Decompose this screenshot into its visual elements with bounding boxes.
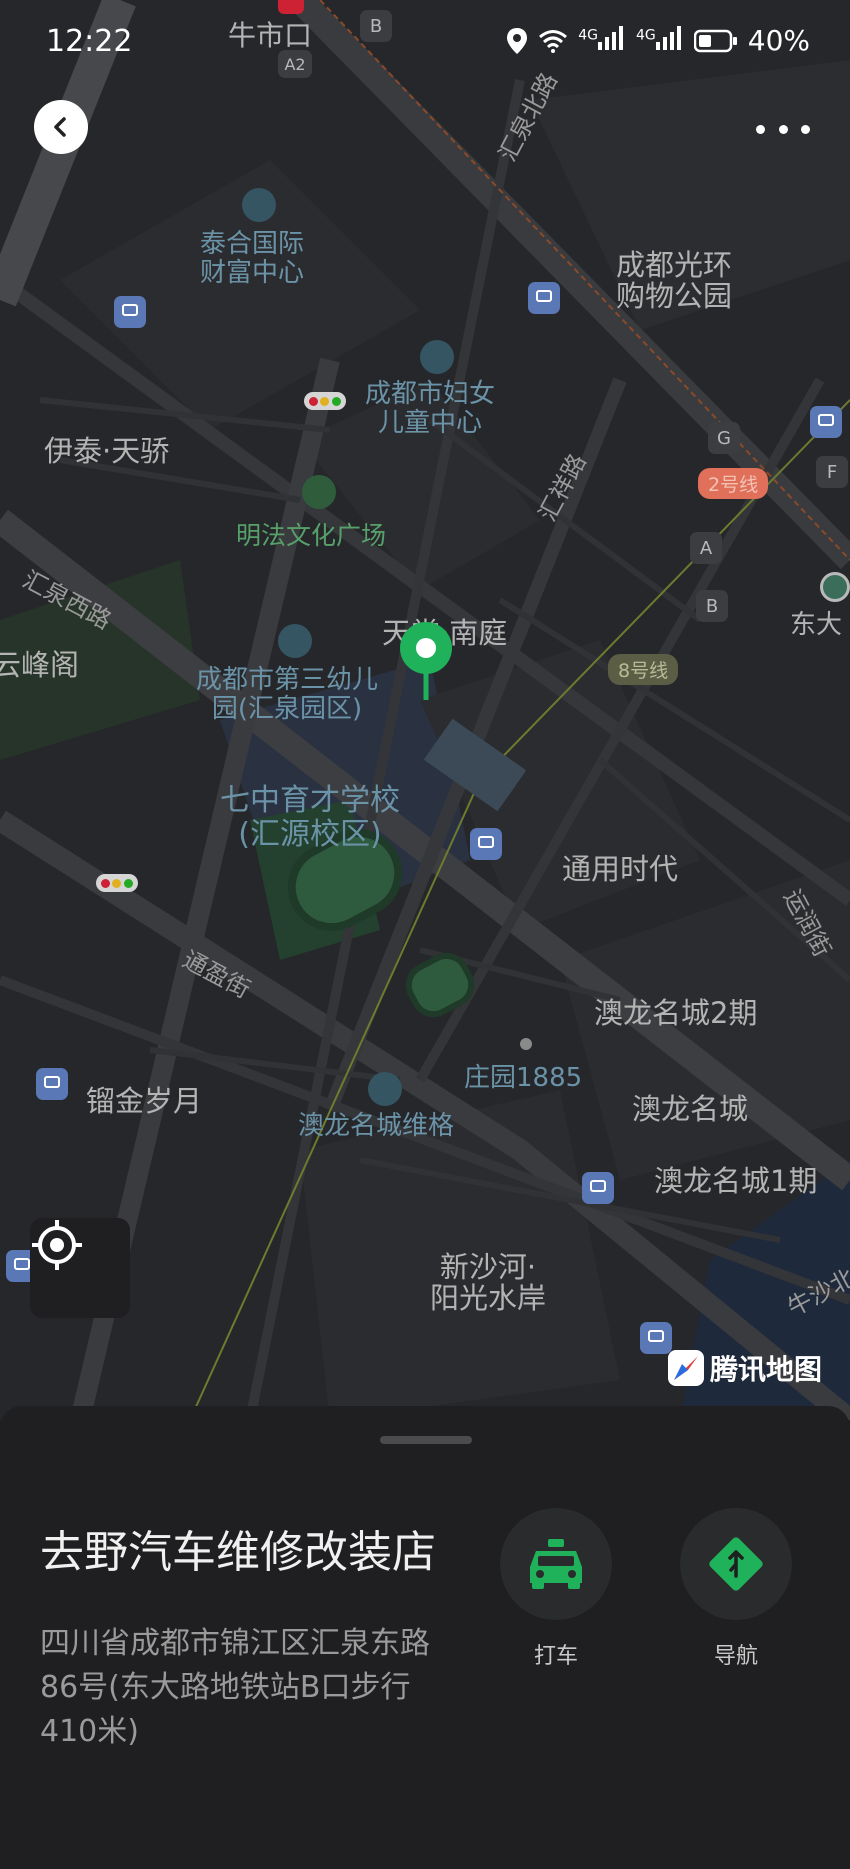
network-type-2: 4G (636, 27, 656, 44)
signal-icon (655, 26, 681, 50)
building-icon (420, 340, 454, 374)
map-label-liujin: 镏金岁月 (86, 1084, 203, 1118)
map-label-tongyong: 通用时代 (562, 852, 679, 886)
exit-f-badge: F (816, 456, 848, 488)
bus-stop-icon (114, 296, 146, 328)
metro-station-icon (820, 572, 850, 602)
back-button[interactable] (34, 100, 88, 154)
exit-g-badge: G (708, 422, 740, 454)
poi-dot-icon (520, 1038, 532, 1050)
traffic-light-icon (96, 874, 138, 892)
navigate-button[interactable]: 导航 (680, 1508, 792, 1670)
map-label-kindergarten: 成都市第三幼儿 园(汇泉园区) (196, 665, 379, 724)
bus-stop-icon (582, 1172, 614, 1204)
place-address: 四川省成都市锦江区汇泉东路86号(东大路地铁站B口步行410米) (40, 1626, 430, 1749)
bus-stop-icon (528, 282, 560, 314)
place-title: 去野汽车维修改装店 (40, 1527, 436, 1578)
more-options-button[interactable] (756, 112, 810, 146)
battery-level: 40% (747, 24, 810, 57)
map-label-school: 七中育才学校 (汇源校区) (220, 783, 400, 852)
status-icons: 4G 4G 40% (506, 24, 810, 57)
building-icon (242, 188, 276, 222)
tencent-map-logo: 腾讯地图 (668, 1348, 822, 1388)
tencent-map-logo-icon (668, 1350, 704, 1386)
status-time: 12:22 (46, 24, 133, 59)
navigation-icon (709, 1537, 763, 1591)
network-type-1: 4G (578, 27, 598, 44)
map-label-zhuangyuan: 庄园1885 (464, 1063, 583, 1093)
map-label-aolong-weige: 澳龙名城维格 (298, 1111, 455, 1141)
taxi-button[interactable]: 打车 (500, 1508, 612, 1670)
hotel-icon (368, 1072, 402, 1106)
map-label-yunfengge: 云峰阁 (0, 648, 80, 682)
locate-me-button[interactable] (30, 1218, 130, 1318)
exit-a-badge: A (690, 532, 722, 564)
status-bar: 12:22 4G 4G 40% (0, 0, 850, 86)
chevron-left-icon (54, 117, 66, 137)
crosshair-icon (32, 1220, 82, 1270)
book-icon (278, 624, 312, 658)
navigate-label: 导航 (713, 1644, 758, 1669)
map-label-aolong-1: 澳龙名城1期 (654, 1164, 818, 1198)
map-label-yitai: 伊泰·天骄 (44, 434, 170, 468)
map-label-xinshahe: 新沙河· 阳光水岸 (430, 1250, 547, 1315)
map-label-mingfa-plaza: 明法文化广场 (236, 521, 387, 550)
map-label-guanghuan: 成都光环 购物公园 (616, 248, 733, 313)
bus-stop-icon (810, 406, 842, 438)
map-label-aolong-2: 澳龙名城2期 (594, 996, 758, 1030)
wifi-icon (539, 29, 568, 53)
traffic-light-icon (304, 392, 346, 410)
bus-stop-icon (470, 828, 502, 860)
taxi-icon (530, 1539, 582, 1589)
location-pin-icon[interactable] (400, 622, 452, 702)
map-label-womens-center: 成都市妇女 儿童中心 (365, 379, 496, 438)
signal-icon (598, 26, 623, 50)
place-details-sheet: 去野汽车维修改装店 四川省成都市锦江区汇泉东路86号(东大路地铁站B口步行410… (0, 1406, 850, 1869)
location-icon (507, 27, 528, 54)
tencent-map-logo-text: 腾讯地图 (710, 1353, 823, 1386)
metro-line-2-tag: 2号线 (698, 468, 769, 499)
exit-b-badge: B (696, 590, 728, 622)
bus-stop-icon (36, 1068, 68, 1100)
battery-icon (693, 29, 737, 52)
map-roads (0, 0, 850, 1420)
metro-line-8-tag: 8号线 (608, 654, 679, 685)
map-label-taihe: 泰合国际 财富中心 (200, 229, 305, 288)
map-label-dongda: 东大 (790, 610, 843, 640)
park-icon (302, 475, 336, 509)
map-label-aolong: 澳龙名城 (632, 1092, 749, 1126)
map-view[interactable]: 牛市口 A2 B 泰合国际 财富中心 汇泉北路 成都光环 购物公园 成都市妇女 儿童中… (0, 0, 850, 1420)
sheet-drag-handle[interactable] (380, 1436, 472, 1444)
taxi-label: 打车 (533, 1644, 578, 1669)
more-dots-icon (756, 124, 765, 134)
